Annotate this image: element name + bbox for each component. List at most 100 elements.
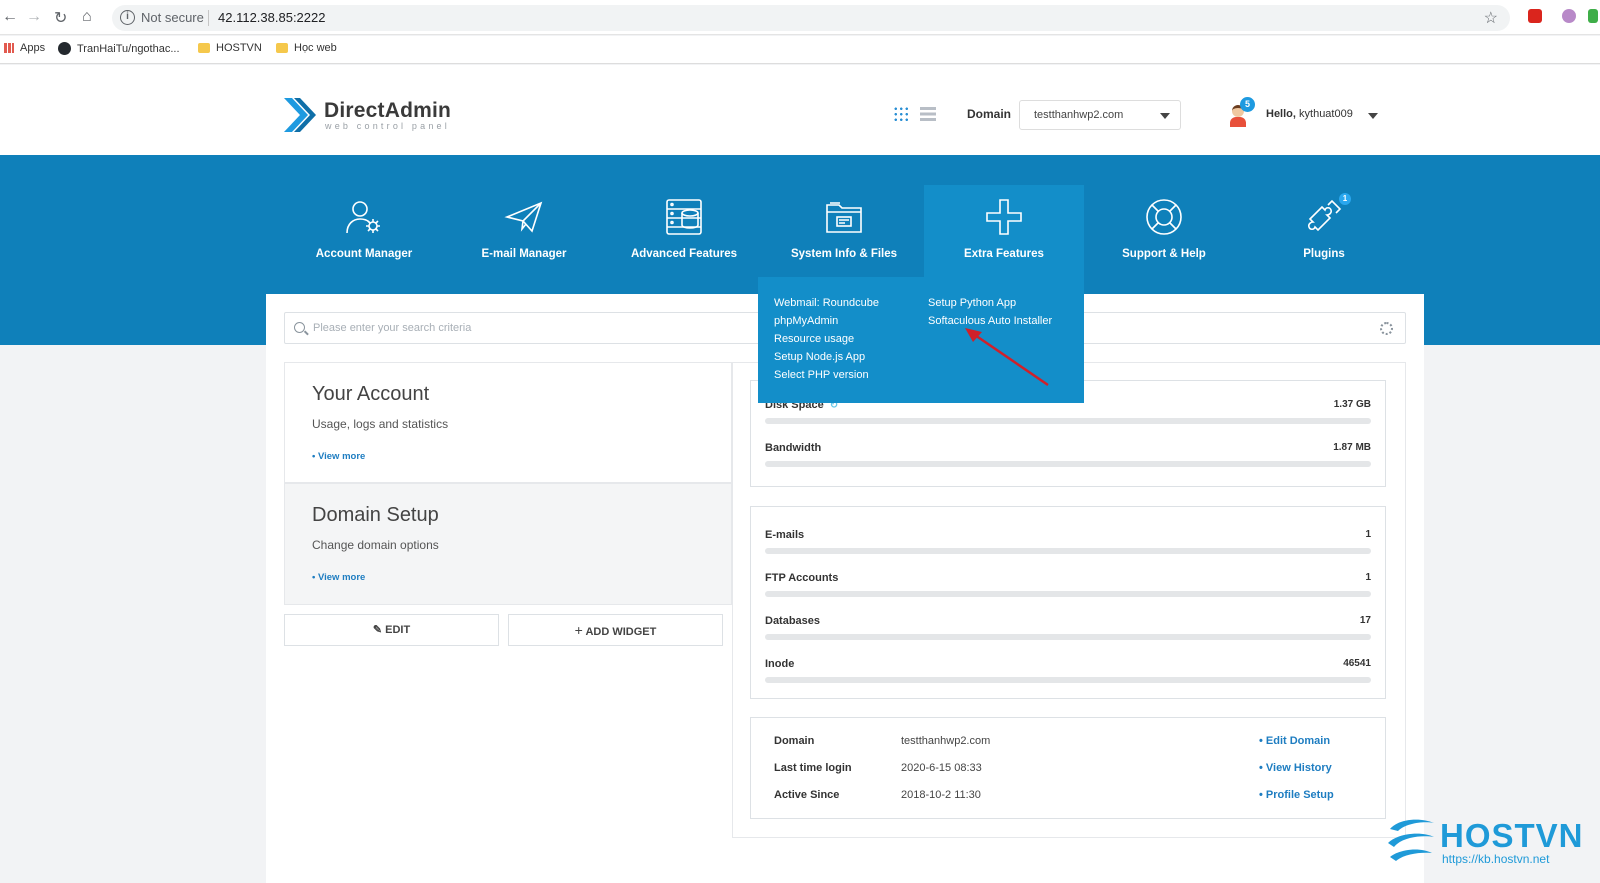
edit-button[interactable]: ✎ EDIT [284, 614, 499, 646]
green-extension-icon[interactable] [1588, 9, 1598, 23]
nav-email-manager[interactable]: E-mail Manager [444, 185, 604, 277]
menu-item-setup-nodejs-app[interactable]: Setup Node.js App [774, 351, 865, 363]
server-stack-icon [666, 199, 702, 235]
menu-item-phpmyadmin[interactable]: phpMyAdmin [774, 315, 838, 327]
add-widget-button-label: ADD WIDGET [585, 626, 657, 638]
card-title: Domain Setup [312, 504, 439, 526]
nav-account-manager[interactable]: Account Manager [284, 185, 444, 277]
bookmark-apps[interactable]: Apps [4, 42, 45, 54]
lifebuoy-icon [1146, 199, 1182, 235]
pencil-icon: ✎ [372, 624, 383, 636]
folder-icon [826, 202, 862, 233]
usage-bar [765, 461, 1371, 467]
stat-name: E-mails [765, 529, 805, 541]
bookmark-hoc-web[interactable]: Học web [276, 42, 337, 54]
nav-extra-features[interactable]: Extra Features [924, 185, 1084, 277]
home-icon[interactable]: ⌂ [82, 8, 92, 26]
add-widget-button[interactable]: + ADD WIDGET [508, 614, 723, 646]
stat-value: 1 [1365, 529, 1371, 540]
nav-label: Account Manager [315, 248, 413, 260]
edit-button-label: EDIT [385, 624, 411, 636]
profile-setup-link[interactable]: • Profile Setup [1259, 789, 1399, 801]
stat-name: Databases [765, 615, 821, 627]
back-icon[interactable]: ← [2, 8, 18, 26]
bookmark-label: TranHaiTu/ngothac... [77, 42, 180, 55]
address-bar[interactable]: i Not secure 42.112.38.85:2222 ☆ [112, 5, 1510, 31]
card-subtitle: Change domain options [312, 538, 439, 552]
stat-name: Bandwidth [765, 442, 822, 454]
flag-extension-icon[interactable] [1528, 9, 1542, 23]
view-more-link[interactable]: • View more [312, 451, 365, 462]
stat-name: Inode [765, 658, 795, 670]
hostvn-logo-icon [1388, 819, 1434, 861]
card-title: Your Account [312, 383, 430, 405]
paper-plane-icon [504, 201, 543, 233]
nav-label: Support & Help [1122, 248, 1206, 260]
reload-icon[interactable]: ↻ [54, 8, 67, 28]
user-menu-chevron-down-icon[interactable] [1368, 113, 1378, 119]
menu-item-resource-usage[interactable]: Resource usage [774, 333, 854, 345]
profile-extension-icon[interactable] [1562, 9, 1576, 23]
usage-bar [765, 418, 1371, 424]
bookmark-star-icon[interactable]: ☆ [1484, 8, 1498, 28]
info-icon[interactable]: i [120, 10, 135, 25]
search-input[interactable] [313, 319, 753, 337]
view-history-link[interactable]: • View History [1259, 762, 1399, 774]
list-view-icon[interactable] [920, 107, 936, 121]
usage-bar [765, 591, 1371, 597]
plugins-badge: 1 [1339, 193, 1351, 205]
info-value: 2018-10-2 11:30 [901, 789, 981, 801]
nav-plugins[interactable]: 1 Plugins [1244, 185, 1404, 277]
counts-box: E-mails 1 FTP Accounts 1 Databases 17 In… [750, 506, 1386, 699]
domain-label: Domain [967, 107, 1012, 121]
your-account-card[interactable]: Your Account Usage, logs and statistics … [284, 362, 732, 483]
grid-view-icon[interactable] [893, 106, 909, 122]
edit-domain-link[interactable]: • Edit Domain [1259, 735, 1399, 747]
info-key: Active Since [774, 789, 840, 801]
directadmin-logo-icon[interactable] [282, 96, 316, 134]
menu-item-select-php-version[interactable]: Select PHP version [774, 369, 869, 381]
nav-advanced-features[interactable]: Advanced Features [604, 185, 764, 277]
account-manager-icon [346, 201, 380, 234]
watermark-brand: HOSTVN [1440, 817, 1584, 854]
watermark-url: https://kb.hostvn.net [1442, 852, 1550, 866]
domain-select[interactable]: testthanhwp2.com [1019, 100, 1181, 130]
logo-subtitle: web control panel [325, 121, 450, 131]
nav-support-help[interactable]: Support & Help [1084, 185, 1244, 277]
folder-icon [198, 43, 210, 53]
nav-label: Extra Features [964, 248, 1044, 260]
nav-label: Advanced Features [630, 248, 738, 260]
bookmark-github[interactable]: TranHaiTu/ngothac... [58, 42, 180, 55]
view-more-link[interactable]: • View more [312, 572, 365, 583]
menu-item-setup-python-app[interactable]: Setup Python App [928, 297, 1016, 309]
bookmark-label: HOSTVN [216, 42, 262, 54]
stat-value: 1.37 GB [1333, 399, 1371, 410]
menu-item-webmail-roundcube[interactable]: Webmail: Roundcube [774, 297, 879, 309]
security-label: Not secure [141, 10, 204, 25]
address-divider [208, 10, 209, 26]
card-subtitle: Usage, logs and statistics [312, 417, 449, 431]
chevron-down-icon [1160, 113, 1170, 119]
logo-title[interactable]: DirectAdmin [324, 99, 451, 123]
bookmarks-bar: Apps TranHaiTu/ngothac... HOSTVN Học web [0, 36, 1600, 64]
stat-value: 17 [1359, 615, 1371, 626]
hello-prefix: Hello, [1266, 108, 1296, 120]
user-menu[interactable]: Hello, kythuat009 [1266, 108, 1353, 120]
stat-value: 46541 [1343, 658, 1371, 669]
username: kythuat009 [1299, 108, 1353, 120]
forward-icon[interactable]: → [26, 8, 42, 26]
url-text[interactable]: 42.112.38.85:2222 [218, 10, 325, 25]
folder-icon [276, 43, 288, 53]
info-value: 2020-6-15 08:33 [901, 762, 982, 774]
bookmark-label: Học web [294, 42, 337, 54]
puzzle-icon [1308, 199, 1342, 232]
nav-system-info-files[interactable]: System Info & Files [764, 185, 924, 277]
plus-small-icon: + [574, 622, 583, 638]
notification-badge[interactable]: 5 [1240, 97, 1255, 112]
account-info-box: Domain testthanhwp2.com • Edit Domain La… [750, 717, 1386, 819]
search-settings-gear-icon[interactable] [1380, 322, 1393, 335]
domain-setup-card[interactable]: Domain Setup Change domain options • Vie… [284, 483, 732, 605]
bookmark-hostvn[interactable]: HOSTVN [198, 42, 262, 54]
annotation-arrow-icon [965, 328, 1049, 387]
usage-bar [765, 677, 1371, 683]
